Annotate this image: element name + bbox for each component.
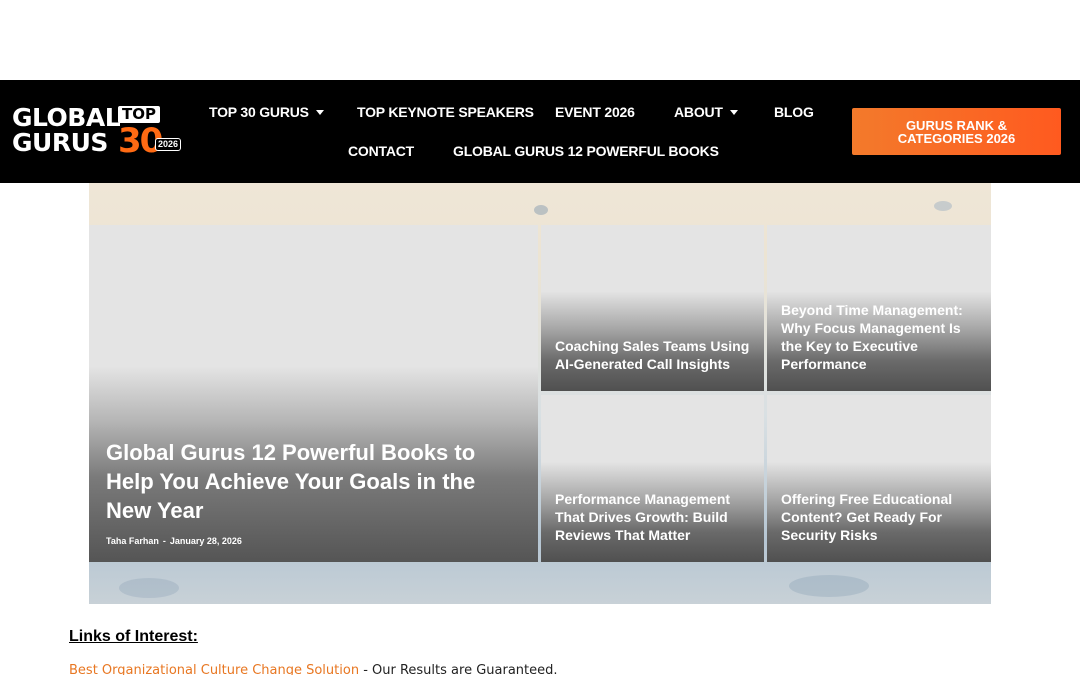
post-meta: Taha Farhan - January 28, 2026 bbox=[106, 536, 242, 546]
nav-about[interactable]: ABOUT bbox=[674, 104, 738, 120]
background-texture bbox=[534, 205, 548, 215]
nav-contact[interactable]: CONTACT bbox=[348, 143, 414, 159]
featured-post-title[interactable]: Performance Management That Drives Growt… bbox=[555, 490, 752, 544]
gurus-rank-categories-button[interactable]: GURUS RANK & CATEGORIES 2026 bbox=[852, 108, 1061, 155]
logo-wordmark: GLOBAL GURUS bbox=[12, 103, 121, 157]
post-author[interactable]: Taha Farhan bbox=[106, 536, 159, 546]
links-of-interest-heading: Links of Interest: bbox=[69, 628, 198, 645]
background-texture bbox=[789, 575, 869, 597]
nav-event-2026[interactable]: EVENT 2026 bbox=[555, 104, 635, 120]
featured-post-title[interactable]: Beyond Time Management: Why Focus Manage… bbox=[781, 301, 979, 373]
featured-post-title[interactable]: Offering Free Educational Content? Get R… bbox=[781, 490, 979, 544]
featured-post-card[interactable]: Offering Free Educational Content? Get R… bbox=[767, 395, 991, 562]
featured-post-card[interactable]: Beyond Time Management: Why Focus Manage… bbox=[767, 225, 991, 391]
featured-posts-section: Global Gurus 12 Powerful Books to Help Y… bbox=[89, 183, 991, 604]
logo-year: 2026 bbox=[155, 138, 182, 151]
caret-down-icon bbox=[729, 110, 738, 115]
nav-global-gurus-books[interactable]: GLOBAL GURUS 12 POWERFUL BOOKS bbox=[453, 143, 719, 159]
featured-post-title[interactable]: Coaching Sales Teams Using AI-Generated … bbox=[555, 337, 752, 373]
post-date: January 28, 2026 bbox=[169, 536, 242, 546]
featured-post-main-title[interactable]: Global Gurus 12 Powerful Books to Help Y… bbox=[106, 438, 478, 525]
nav-top-30-gurus[interactable]: TOP 30 GURUS bbox=[209, 104, 324, 120]
culture-change-link[interactable]: Best Organizational Culture Change Solut… bbox=[69, 663, 359, 675]
featured-post-main[interactable]: Global Gurus 12 Powerful Books to Help Y… bbox=[89, 225, 538, 562]
featured-post-card[interactable]: Performance Management That Drives Growt… bbox=[541, 395, 764, 562]
background-texture bbox=[119, 578, 179, 598]
site-header: GLOBAL GURUS TOP 30 2026 TOP 30 GURUS TO… bbox=[0, 80, 1080, 183]
caret-down-icon bbox=[315, 110, 324, 115]
nav-blog[interactable]: BLOG bbox=[774, 104, 814, 120]
links-of-interest-item: Best Organizational Culture Change Solut… bbox=[69, 663, 558, 675]
global-gurus-logo[interactable]: GLOBAL GURUS TOP 30 2026 bbox=[12, 103, 182, 160]
nav-top-keynote-speakers[interactable]: TOP KEYNOTE SPEAKERS bbox=[357, 104, 534, 120]
featured-post-card[interactable]: Coaching Sales Teams Using AI-Generated … bbox=[541, 225, 764, 391]
background-texture bbox=[934, 201, 952, 211]
